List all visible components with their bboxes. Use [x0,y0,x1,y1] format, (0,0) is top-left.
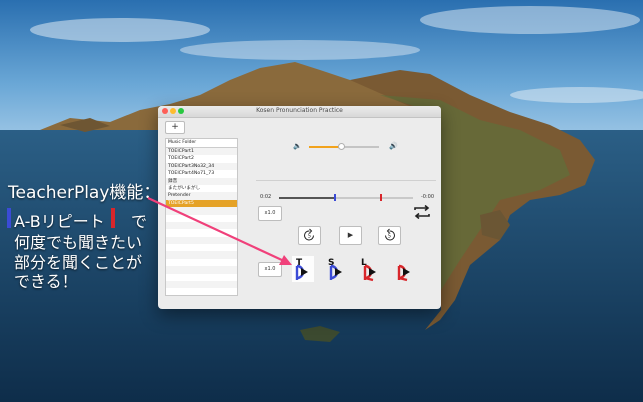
annotation-arrow [147,197,292,265]
